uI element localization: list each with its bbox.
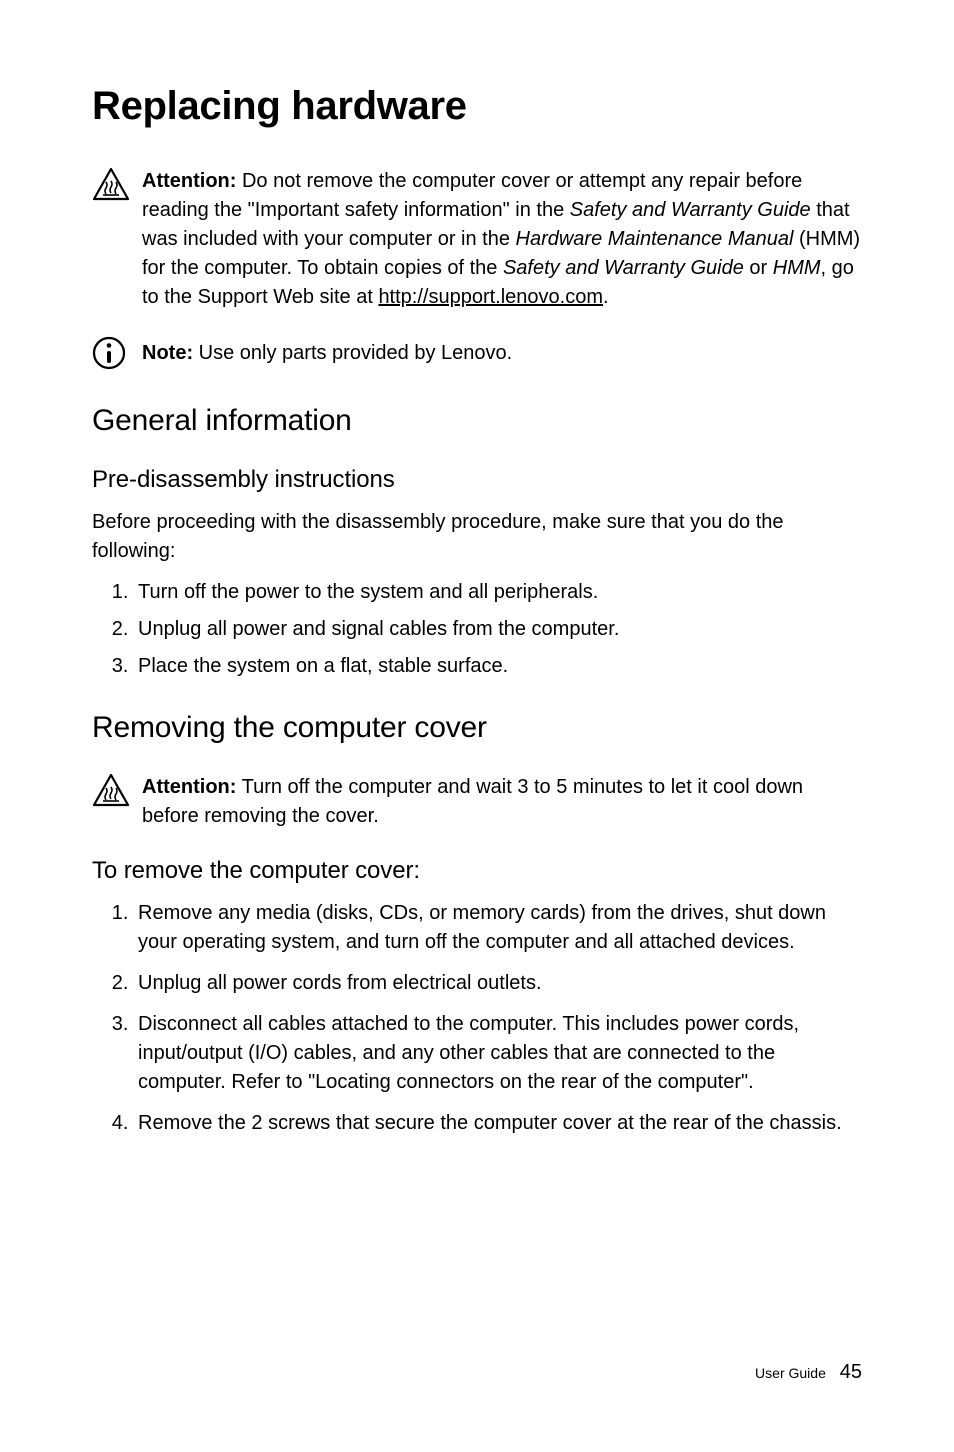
hot-surface-warning-icon [92, 773, 142, 807]
attention-callout-2: Attention: Turn off the computer and wai… [92, 773, 862, 831]
footer-doc-title: User Guide [755, 1365, 826, 1381]
page: Replacing hardware Attention: Do not rem… [0, 0, 954, 1452]
text-italic: Safety and Warranty Guide [570, 199, 811, 221]
text-italic: Safety and Warranty Guide [503, 257, 744, 279]
remove-cover-list: Remove any media (disks, CDs, or memory … [92, 899, 862, 1138]
section-remove-cover-heading: Removing the computer cover [92, 711, 862, 745]
pre-disassembly-heading: Pre-disassembly instructions [92, 466, 862, 494]
attention-label: Attention: [142, 170, 236, 192]
hot-surface-warning-icon [92, 167, 142, 201]
list-item: Unplug all power cords from electrical o… [134, 969, 862, 998]
text: . [603, 286, 609, 308]
text: Use only parts provided by Lenovo. [193, 342, 512, 364]
pre-disassembly-list: Turn off the power to the system and all… [92, 578, 862, 681]
attention-1-text: Attention: Do not remove the computer co… [142, 167, 862, 312]
list-item: Turn off the power to the system and all… [134, 578, 862, 607]
to-remove-cover-heading: To remove the computer cover: [92, 857, 862, 885]
page-title: Replacing hardware [92, 84, 862, 129]
list-item: Disconnect all cables attached to the co… [134, 1010, 862, 1097]
text-italic: HMM [773, 257, 821, 279]
list-item: Unplug all power and signal cables from … [134, 615, 862, 644]
attention-callout-1: Attention: Do not remove the computer co… [92, 167, 862, 312]
support-link[interactable]: http://support.lenovo.com [378, 286, 603, 308]
section-general-heading: General information [92, 404, 862, 438]
page-footer: User Guide 45 [755, 1361, 862, 1384]
info-warning-icon [92, 336, 142, 370]
text: or [744, 257, 773, 279]
note-callout: Note: Use only parts provided by Lenovo. [92, 336, 862, 370]
text-italic: Hardware Maintenance Manual [516, 228, 794, 250]
footer-page-number: 45 [840, 1361, 862, 1383]
list-item: Remove the 2 screws that secure the comp… [134, 1109, 862, 1138]
list-item: Remove any media (disks, CDs, or memory … [134, 899, 862, 957]
attention-label: Attention: [142, 776, 236, 798]
note-label: Note: [142, 342, 193, 364]
text: Turn off the computer and wait 3 to 5 mi… [142, 776, 803, 827]
attention-2-text: Attention: Turn off the computer and wai… [142, 773, 862, 831]
list-item: Place the system on a flat, stable surfa… [134, 652, 862, 681]
note-text: Note: Use only parts provided by Lenovo. [142, 339, 862, 368]
pre-disassembly-intro: Before proceeding with the disassembly p… [92, 508, 862, 566]
